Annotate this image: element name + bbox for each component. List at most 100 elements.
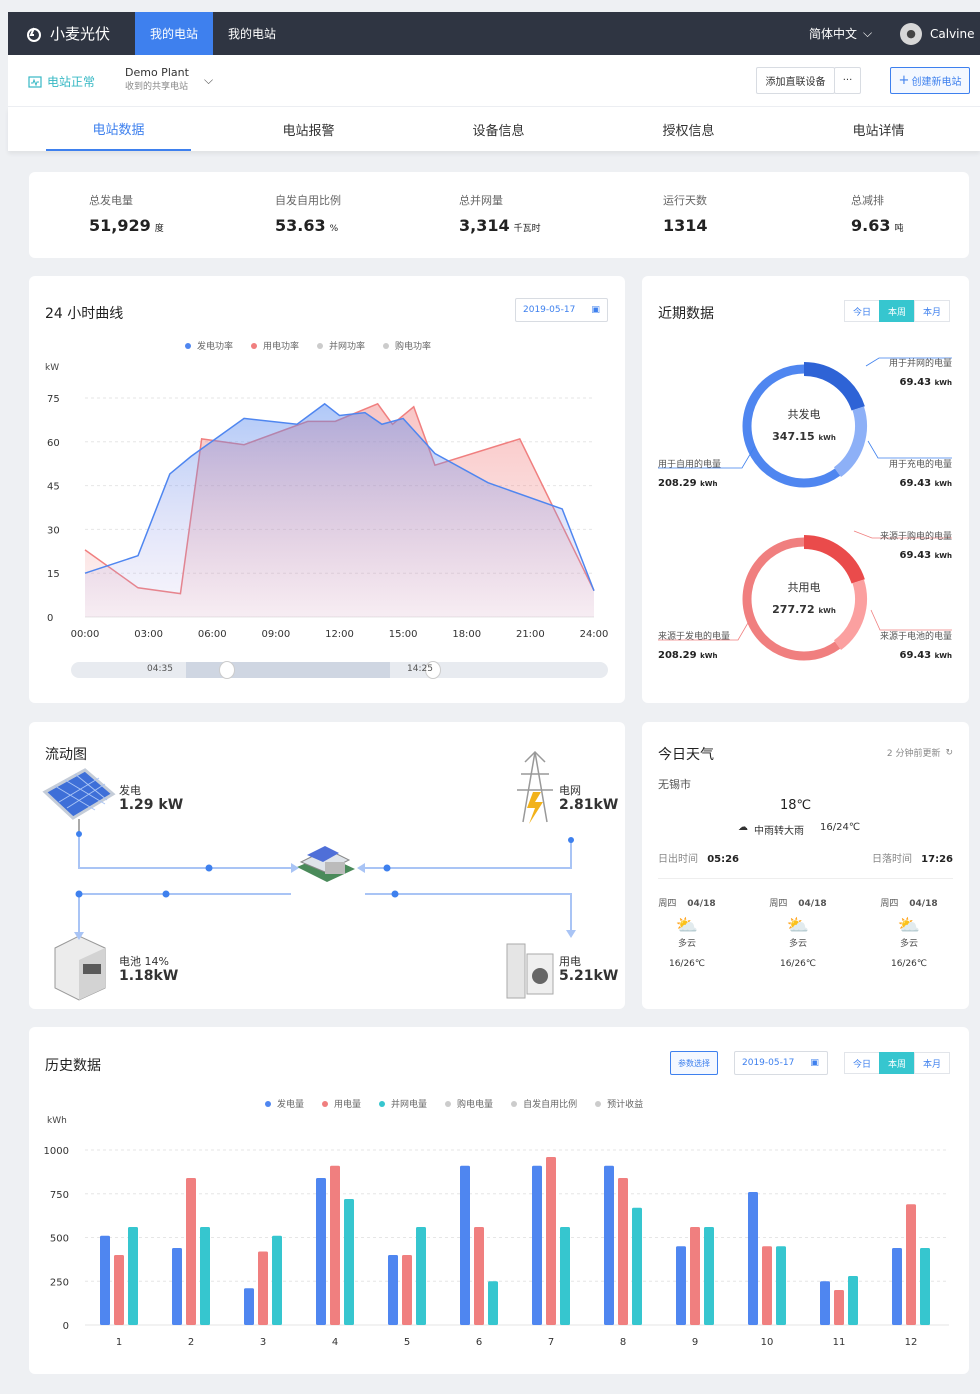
tab-plant-data[interactable]: 电站数据 <box>46 107 191 151</box>
x-tick-label: 9 <box>692 1337 698 1348</box>
power-tower-icon <box>517 750 553 824</box>
language-selector[interactable]: 简体中文 ⌵ <box>809 12 872 55</box>
period-week[interactable]: 本周 <box>879 1052 915 1074</box>
curve-date-picker[interactable]: 2019-05-17 ▣ <box>515 298 608 322</box>
bar <box>474 1227 484 1325</box>
recent-data-card: 近期数据 今日 本周 本月 共发电 347.15 kWh 共用电 277.72 … <box>642 276 969 703</box>
kpi-total-generation: 总发电量 51,929 度 <box>89 192 164 235</box>
donut-center-value: 347.15 kWh <box>772 430 836 443</box>
curve-date: 2019-05-17 <box>523 305 576 315</box>
plant-name: Demo Plant <box>125 66 189 79</box>
donut-label: 用于充电的电量 <box>888 460 952 470</box>
x-tick-label: 12:00 <box>325 629 354 640</box>
flow-grid: 电网 2.81kW <box>559 784 618 812</box>
flow-batt-label: 电池 14% <box>119 955 169 968</box>
history-title: 历史数据 <box>45 1058 101 1074</box>
y-tick-label: 0 <box>63 1321 69 1332</box>
brand-logo[interactable]: 小麦光伏 <box>26 12 110 55</box>
calendar-icon: ▣ <box>810 1058 819 1068</box>
x-tick-label: 21:00 <box>516 629 545 640</box>
donut-value: 69.43 kWh <box>899 377 953 388</box>
tab-plant-alarm[interactable]: 电站报警 <box>236 107 381 151</box>
plant-bar: 电站正常 Demo Plant 收到的共享电站 ⌵ 添加直联设备 ··· + 创建… <box>8 55 980 107</box>
kpi-label: 总减排 <box>851 194 884 207</box>
calendar-icon: ▣ <box>591 305 600 315</box>
bar <box>748 1192 758 1325</box>
period-today[interactable]: 今日 <box>844 1052 880 1074</box>
tab-device-info[interactable]: 设备信息 <box>426 107 571 151</box>
kpi-grid-total: 总并网量 3,314 千瓦时 <box>459 192 541 235</box>
bar <box>704 1227 714 1325</box>
param-select-button[interactable]: 参数选择 <box>670 1051 718 1075</box>
curve-legend: 发电功率 用电功率 并网功率 购电功率 <box>185 339 431 352</box>
x-tick-label: 18:00 <box>452 629 481 640</box>
x-tick-label: 10 <box>761 1337 774 1348</box>
kpi-value: 3,314 千瓦时 <box>459 216 541 235</box>
flow-grid-label: 电网 <box>559 784 581 797</box>
flow-gen-label: 发电 <box>119 784 141 797</box>
weather-temp: 18℃ <box>780 798 812 813</box>
legend-item[interactable]: 预计收益 <box>595 1097 643 1110</box>
flow-load-label: 用电 <box>559 955 581 968</box>
weather-card: 今日天气 2 分钟前更新 ↻ 无锡市 18℃ ☁ 中雨转大雨 16/24℃ 日出时间… <box>642 722 969 1009</box>
x-tick-label: 06:00 <box>198 629 227 640</box>
legend-item[interactable]: 自发自用比例 <box>511 1097 577 1110</box>
bar <box>402 1255 412 1325</box>
donut-label: 用于并网的电量 <box>888 359 952 369</box>
bar <box>258 1251 268 1325</box>
partly-cloudy-icon: ⛅ <box>786 915 810 936</box>
kpi-label: 总发电量 <box>89 194 133 207</box>
y-tick-label: 45 <box>47 482 60 493</box>
chevron-down-icon[interactable]: ⌵ <box>204 73 213 88</box>
add-device-button[interactable]: 添加直联设备 <box>756 67 835 94</box>
legend-item[interactable]: 用电功率 <box>251 339 299 352</box>
appliance-icon <box>506 943 554 999</box>
create-plant-button[interactable]: + 创建新电站 <box>890 67 970 94</box>
plant-selector[interactable]: Demo Plant 收到的共享电站 <box>125 66 189 94</box>
period-month[interactable]: 本月 <box>914 1052 950 1074</box>
nav-my-plants-active[interactable]: 我的电站 <box>135 12 214 55</box>
legend-item[interactable]: 并网功率 <box>317 339 365 352</box>
y-tick-label: 15 <box>47 569 60 580</box>
series-area <box>85 403 594 617</box>
history-date-picker[interactable]: 2019-05-17 ▣ <box>734 1051 828 1075</box>
legend-item[interactable]: 并网电量 <box>379 1097 427 1110</box>
y-unit: kWh <box>47 1116 67 1126</box>
bar <box>272 1235 282 1325</box>
bar <box>676 1246 686 1325</box>
bar <box>920 1248 930 1325</box>
bar <box>200 1227 210 1325</box>
range-end-label: 14:25 <box>407 664 433 674</box>
donut-center-label: 共发电 <box>787 408 821 421</box>
range-slider[interactable]: 04:35 14:25 <box>71 661 608 679</box>
bar <box>330 1165 340 1325</box>
tab-auth-info[interactable]: 授权信息 <box>616 107 761 151</box>
legend-item[interactable]: 购电电量 <box>445 1097 493 1110</box>
nav-my-plants[interactable]: 我的电站 <box>213 12 291 55</box>
flow-generation: 发电 1.29 kW <box>119 784 183 812</box>
sunset: 日落时间 17:26 <box>871 854 953 865</box>
legend-item[interactable]: 发电功率 <box>185 339 233 352</box>
refresh-icon: ↻ <box>945 747 953 758</box>
donut-center-value: 277.72 kWh <box>772 603 836 616</box>
weather-updated[interactable]: 2 分钟前更新 ↻ <box>887 746 953 760</box>
x-tick-label: 03:00 <box>134 629 163 640</box>
plant-subtitle: 收到的共享电站 <box>125 82 189 92</box>
flow-card: 流动图 发电 1.29 kW 电网 2.81kW 电池 14% 1.18kW 用… <box>29 722 625 1009</box>
tab-plant-detail[interactable]: 电站详情 <box>806 107 951 151</box>
more-button[interactable]: ··· <box>834 67 861 94</box>
range-handle-start[interactable] <box>219 661 235 679</box>
bar <box>186 1178 196 1325</box>
legend-item[interactable]: 购电功率 <box>383 339 431 352</box>
avatar: ● <box>900 22 922 45</box>
bar <box>776 1246 786 1325</box>
battery-icon <box>54 935 106 1001</box>
user-menu[interactable]: ● Calvine <box>900 12 975 55</box>
bar <box>892 1248 902 1325</box>
kpi-value: 1314 <box>663 216 708 235</box>
legend-item[interactable]: 用电量 <box>322 1097 361 1110</box>
legend-item[interactable]: 发电量 <box>265 1097 304 1110</box>
x-tick-label: 1 <box>116 1337 122 1348</box>
divider <box>658 878 953 879</box>
x-tick-label: 09:00 <box>261 629 290 640</box>
